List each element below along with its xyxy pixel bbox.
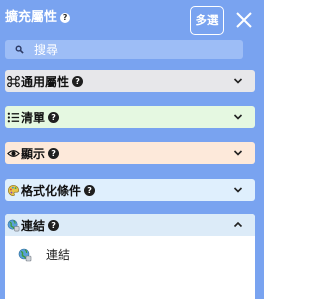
section-label: 格式化條件 [21,183,82,198]
panel-header: 擴充屬性 ? 多選 [0,0,264,40]
help-icon[interactable]: ? [48,147,60,159]
help-icon[interactable]: ? [72,75,84,87]
help-icon[interactable]: ? [60,13,71,23]
section-label: 顯示 [21,146,46,161]
section-label: 連結 [21,218,46,233]
help-icon[interactable]: ? [48,111,60,123]
help-icon[interactable]: ? [48,219,60,231]
chevron-down-icon[interactable] [233,148,243,158]
section-general-properties[interactable]: 通用屬性 ? [5,70,255,92]
section-label: 清單 [21,110,46,125]
globe-icon [7,219,20,232]
section-links-header[interactable]: 連結 ? [5,214,255,236]
list-icon [7,111,20,124]
eye-icon [7,147,20,160]
chevron-up-icon[interactable] [233,220,243,230]
chevron-down-icon[interactable] [233,76,243,86]
search-input[interactable] [34,41,214,58]
section-links: 連結 ? 連結 [5,214,255,302]
panel-title: 擴充屬性 ? [5,10,71,26]
list-item[interactable]: 連結 [18,246,70,263]
close-icon[interactable] [233,9,255,31]
help-icon[interactable]: ? [84,184,96,196]
section-conditional-formatting[interactable]: 格式化條件 ? [5,179,255,201]
chevron-down-icon[interactable] [233,112,243,122]
properties-panel: 擴充屬性 ? 多選 通用屬性 ? [0,0,264,302]
panel-title-text: 擴充屬性 [5,10,58,25]
globe-icon [18,248,32,261]
search-icon [15,45,24,54]
chevron-down-icon[interactable] [233,185,243,195]
palette-icon [7,184,20,197]
command-icon [7,75,20,88]
search-box [5,40,243,59]
list-item-label: 連結 [46,248,71,262]
multi-select-button[interactable]: 多選 [190,6,224,35]
section-list[interactable]: 清單 ? [5,106,255,128]
section-display[interactable]: 顯示 ? [5,142,255,164]
section-label: 通用屬性 [21,74,70,89]
